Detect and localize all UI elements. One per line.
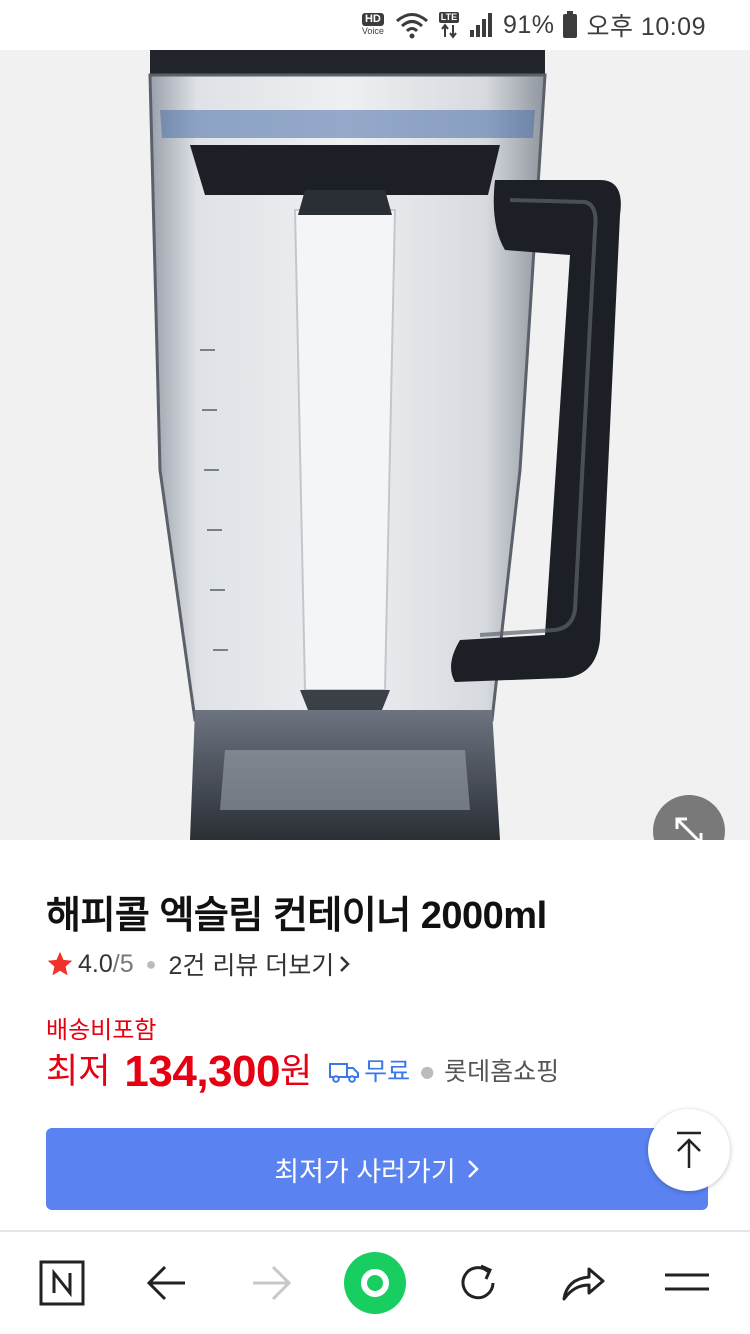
hd-voice-icon: HD Voice: [359, 13, 387, 37]
chevron-right-icon: [467, 1160, 479, 1178]
expand-icon: [675, 817, 703, 840]
clock: 오후 10:09: [586, 13, 706, 41]
lte-label: LTE: [438, 11, 460, 23]
green-home-button[interactable]: [342, 1250, 408, 1316]
menu-icon: [665, 1273, 709, 1291]
voice-label: Voice: [361, 26, 384, 36]
refresh-icon: [461, 1264, 495, 1300]
back-button[interactable]: [134, 1250, 200, 1316]
price-unit: 원: [279, 1052, 313, 1091]
share-icon: [562, 1267, 605, 1301]
scroll-to-top-button[interactable]: [648, 1109, 730, 1191]
battery-percent: 91%: [502, 10, 555, 39]
bottom-navigation-bar: [0, 1232, 750, 1334]
free-shipping-label: 무료: [364, 1058, 411, 1086]
forward-button[interactable]: [238, 1250, 304, 1316]
refresh-button[interactable]: [445, 1250, 511, 1316]
rating-max: /5: [112, 949, 134, 978]
rating-row: 4.0 /5 ● 2건 리뷰 더보기: [46, 946, 353, 982]
chevron-right-icon: [340, 956, 351, 972]
lte-icon: LTE: [437, 11, 461, 39]
forward-arrow-icon: [253, 1265, 292, 1301]
star-icon: [47, 951, 73, 976]
green-home-icon: [344, 1252, 406, 1314]
shipping-included-label: 배송비포함: [46, 1017, 157, 1044]
data-arrows-icon: [441, 22, 457, 39]
reviews-link[interactable]: 2건 리뷰 더보기: [169, 946, 353, 982]
free-shipping: 무료: [328, 1048, 410, 1096]
naver-home-button[interactable]: [29, 1250, 95, 1316]
back-arrow-icon: [146, 1265, 185, 1301]
blender-container-image: [148, 50, 621, 840]
buy-lowest-price-button[interactable]: 최저가 사러가기: [46, 1128, 708, 1210]
status-icons: HD Voice LTE 91% 오후 10:09: [359, 8, 706, 42]
signal-icon: [469, 13, 492, 37]
price-value: 134,300: [124, 1047, 280, 1096]
status-bar: HD Voice LTE 91% 오후 10:09: [0, 0, 750, 50]
price-row: 최저 134,300 원 무료 ● 롯데홈쇼핑: [46, 1044, 559, 1096]
menu-button[interactable]: [654, 1250, 720, 1316]
separator-dot: ●: [420, 1062, 435, 1081]
product-title: 해피콜 엑슬림 컨테이너 2000ml: [46, 895, 547, 937]
reviews-link-label: 2건 리뷰 더보기: [168, 952, 335, 980]
battery-icon: [563, 11, 578, 38]
seller-name: 롯데홈쇼핑: [444, 1058, 560, 1086]
price-prefix: 최저: [46, 1052, 111, 1091]
product-image[interactable]: [0, 50, 750, 840]
separator-dot: ●: [145, 953, 157, 974]
delivery-truck-icon: [329, 1063, 360, 1083]
wifi-icon: [395, 13, 428, 39]
hd-label: HD: [361, 13, 384, 26]
arrow-up-icon: [677, 1131, 701, 1168]
buy-button-label: 최저가 사러가기: [274, 1156, 456, 1187]
rating-value: 4.0: [78, 949, 113, 978]
naver-n-icon: [39, 1260, 85, 1306]
share-button[interactable]: [550, 1250, 616, 1316]
